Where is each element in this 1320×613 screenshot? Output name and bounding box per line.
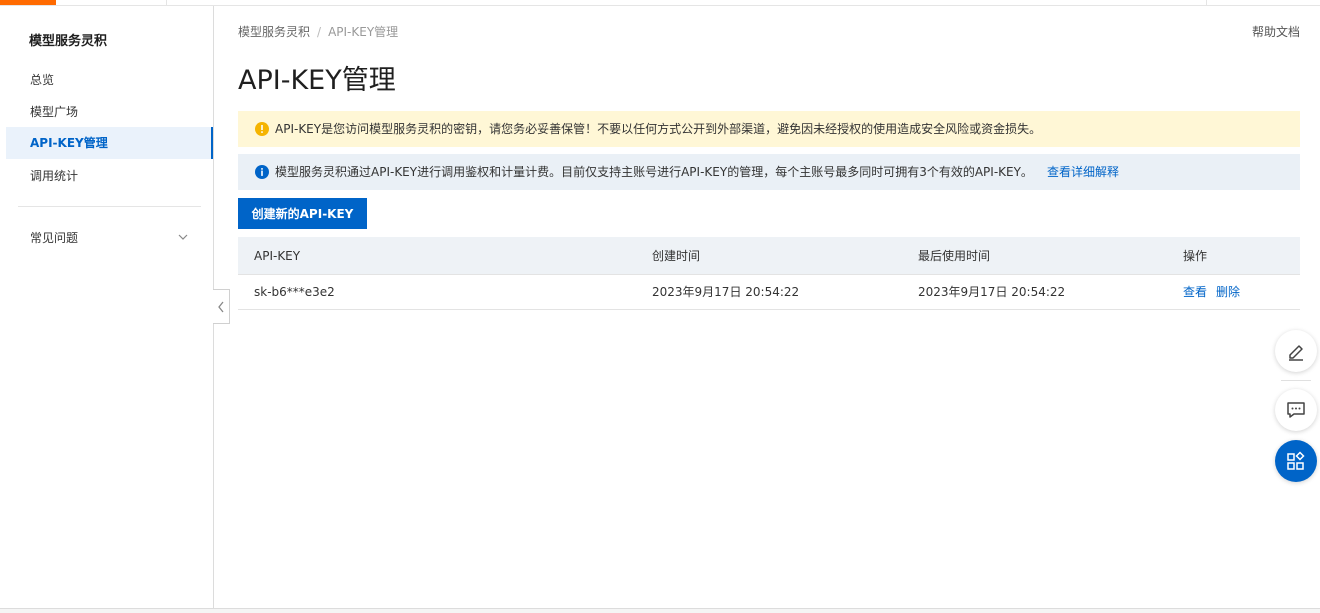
help-docs-link[interactable]: 帮助文档: [1252, 23, 1300, 40]
topbar-divider: [1206, 0, 1207, 5]
api-key-value: sk-b6***e3e2: [254, 275, 335, 310]
view-button[interactable]: 查看: [1183, 285, 1207, 299]
create-api-key-button[interactable]: 创建新的API-KEY: [238, 198, 367, 229]
info-text: 模型服务灵积通过API-KEY进行调用鉴权和计量计费。目前仅支持主账号进行API…: [275, 165, 1033, 179]
sidebar-collapse-button[interactable]: [213, 289, 230, 324]
sidebar-item-overview[interactable]: 总览: [6, 64, 213, 96]
details-link[interactable]: 查看详细解释: [1047, 165, 1119, 179]
column-header-api-key: API-KEY: [254, 237, 300, 275]
breadcrumb: 模型服务灵积 / API-KEY管理: [238, 23, 398, 40]
sidebar: 模型服务灵积 总览 模型广场 API-KEY管理 调用统计 常见问题: [0, 6, 214, 609]
apps-float-button[interactable]: [1275, 440, 1317, 482]
chat-float-button[interactable]: [1275, 389, 1317, 431]
sidebar-item-label: 常见问题: [30, 231, 78, 245]
api-key-table: API-KEY 创建时间 最后使用时间 操作 sk-b6***e3e2 2023…: [238, 237, 1300, 310]
delete-button[interactable]: 删除: [1216, 285, 1240, 299]
sidebar-divider: [18, 206, 201, 207]
created-time: 2023年9月17日 20:54:22: [652, 275, 799, 310]
last-used-time: 2023年9月17日 20:54:22: [918, 275, 1065, 310]
chat-icon: [1285, 399, 1307, 421]
warning-alert: API-KEY是您访问模型服务灵积的密钥，请您务必妥善保管！不要以任何方式公开到…: [238, 111, 1300, 147]
sidebar-item-faq[interactable]: 常见问题: [6, 222, 204, 254]
row-actions: 查看删除: [1183, 275, 1249, 310]
info-icon: [255, 165, 269, 179]
float-divider: [1281, 380, 1311, 381]
topbar-divider: [166, 0, 167, 5]
column-header-actions: 操作: [1183, 237, 1207, 275]
column-header-last-used: 最后使用时间: [918, 237, 990, 275]
table-row: sk-b6***e3e2 2023年9月17日 20:54:22 2023年9月…: [238, 275, 1300, 310]
column-header-created: 创建时间: [652, 237, 700, 275]
breadcrumb-root[interactable]: 模型服务灵积: [238, 25, 310, 39]
sidebar-item-model-square[interactable]: 模型广场: [6, 96, 213, 128]
breadcrumb-current: API-KEY管理: [328, 25, 398, 39]
table-header: API-KEY 创建时间 最后使用时间 操作: [238, 237, 1300, 275]
warning-text: API-KEY是您访问模型服务灵积的密钥，请您务必妥善保管！不要以任何方式公开到…: [275, 122, 1041, 136]
page-title: API-KEY管理: [238, 58, 396, 97]
chevron-down-icon: [178, 232, 188, 242]
breadcrumb-separator: /: [317, 25, 321, 39]
sidebar-item-usage-stats[interactable]: 调用统计: [6, 160, 213, 192]
chevron-left-icon: [217, 301, 225, 313]
apps-icon: [1285, 450, 1307, 472]
sidebar-title: 模型服务灵积: [29, 30, 107, 49]
warning-icon: [255, 122, 269, 136]
edit-float-button[interactable]: [1275, 330, 1317, 372]
info-alert: 模型服务灵积通过API-KEY进行调用鉴权和计量计费。目前仅支持主账号进行API…: [238, 154, 1300, 190]
edit-icon: [1285, 340, 1307, 362]
brand-logo[interactable]: [0, 0, 56, 5]
bottom-border: [0, 608, 1320, 613]
sidebar-item-api-key[interactable]: API-KEY管理: [6, 127, 213, 159]
